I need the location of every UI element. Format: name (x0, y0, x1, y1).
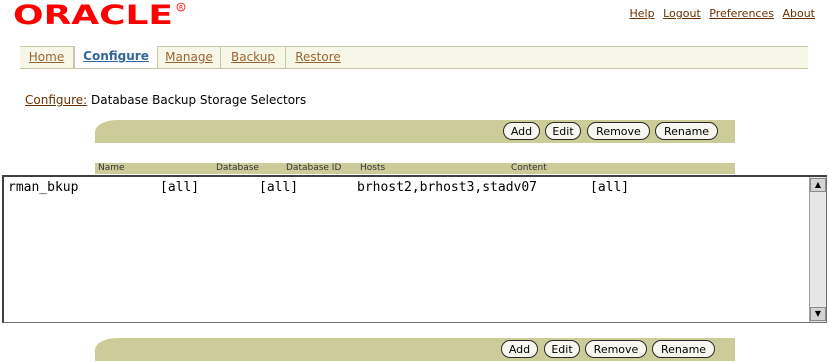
top-action-bar: Add Edit Remove Rename (95, 120, 735, 143)
tab-home[interactable]: Home (20, 47, 74, 68)
row-hosts: brhost2,brhost3,stadv07 (357, 180, 538, 195)
oracle-logo: ORACLE R (13, 0, 186, 28)
help-link[interactable]: Help (630, 7, 655, 20)
breadcrumb-configure-link[interactable]: Configure: (25, 93, 87, 107)
column-database: Database (216, 163, 259, 173)
tab-configure[interactable]: Configure (74, 46, 158, 68)
row-database: [all] (160, 180, 200, 195)
tab-restore[interactable]: Restore (286, 47, 350, 68)
preferences-link[interactable]: Preferences (709, 7, 774, 20)
vertical-scrollbar[interactable]: ▲ ▼ (809, 177, 826, 322)
edit-button-bottom[interactable]: Edit (544, 340, 580, 358)
row-database-id: [all] (259, 180, 299, 195)
row-content: [all] (590, 180, 630, 195)
tab-bar: Home Configure Manage Backup Restore (20, 46, 808, 69)
selector-listbox[interactable]: rman_bkup [all] [all] brhost2,brhost3,st… (2, 175, 827, 323)
rename-button[interactable]: Rename (655, 122, 718, 140)
list-item[interactable]: rman_bkup [all] [all] brhost2,brhost3,st… (8, 180, 629, 285)
add-button-bottom[interactable]: Add (501, 340, 538, 358)
oracle-logo-text: ORACLE (13, 0, 173, 28)
remove-button[interactable]: Remove (587, 122, 650, 140)
remove-button-bottom[interactable]: Remove (585, 340, 647, 358)
tab-backup[interactable]: Backup (221, 47, 286, 68)
breadcrumb: Configure: Database Backup Storage Selec… (25, 93, 306, 107)
bottom-action-bar: Add Edit Remove Rename (95, 338, 735, 361)
column-hosts: Hosts (360, 163, 386, 173)
column-database-id: Database ID (286, 163, 342, 173)
page-title: Database Backup Storage Selectors (91, 93, 307, 107)
row-name: rman_bkup (8, 180, 79, 195)
scroll-up-arrow-icon[interactable]: ▲ (810, 178, 826, 192)
column-name: Name (98, 163, 125, 173)
global-links: Help Logout Preferences About (625, 7, 815, 20)
scroll-down-arrow-icon[interactable]: ▼ (810, 307, 826, 321)
edit-button[interactable]: Edit (545, 122, 581, 140)
rename-button-bottom[interactable]: Rename (652, 340, 715, 358)
column-content: Content (511, 163, 547, 173)
registered-mark-letter: R (179, 4, 183, 11)
logout-link[interactable]: Logout (663, 7, 701, 20)
column-header: Name Database Database ID Hosts Content (95, 163, 735, 174)
tab-manage[interactable]: Manage (158, 47, 221, 68)
about-link[interactable]: About (782, 7, 815, 20)
add-button[interactable]: Add (503, 122, 540, 140)
